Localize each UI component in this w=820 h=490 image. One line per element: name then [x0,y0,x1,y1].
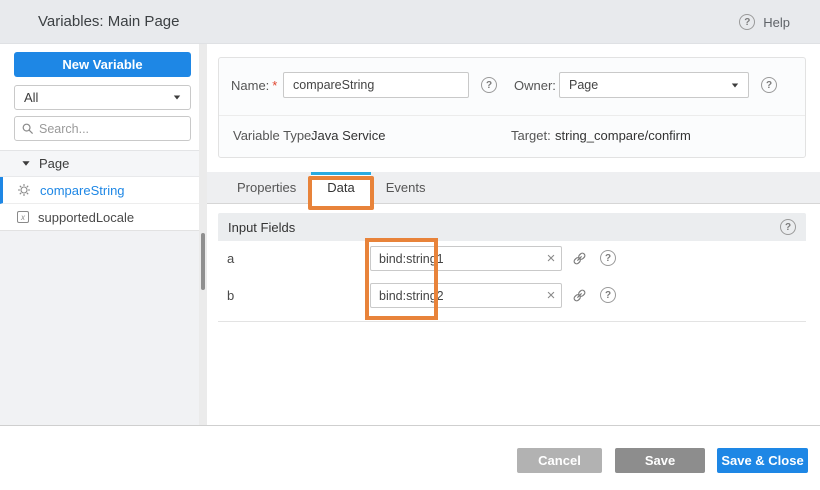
chevron-down-icon [174,96,180,100]
owner-help-icon[interactable]: ? [761,77,777,93]
variable-icon: x [17,211,29,223]
help-label: Help [763,15,790,30]
name-input[interactable] [283,72,469,98]
type-target-row: Variable Type: Java Service Target: stri… [219,122,805,149]
save-button[interactable]: Save [615,448,705,473]
field-label-b: b [227,283,234,309]
tab-data[interactable]: Data [311,172,370,204]
save-and-close-button[interactable]: Save & Close [717,448,808,473]
input-field-row-a: a × ? [218,246,806,272]
input-fields-title: Input Fields [228,220,295,235]
search-box[interactable] [14,116,191,141]
tree-group-label: Page [39,156,69,171]
input-fields-section: Input Fields ? a × ? [218,213,806,322]
target-value: string_compare/confirm [555,122,691,149]
input-fields-header: Input Fields ? [218,213,806,241]
help-button[interactable]: ? Help [739,0,790,44]
tree-item-label: compareString [40,183,125,198]
bind-input-a-wrap: × [370,246,562,271]
owner-value: Page [569,78,598,92]
input-fields-help-icon[interactable]: ? [780,219,796,235]
cancel-button[interactable]: Cancel [517,448,602,473]
bind-input-b[interactable] [371,284,541,307]
bind-input-a[interactable] [371,247,541,270]
variables-sidebar: New Variable All Page [0,44,199,425]
service-icon [17,183,31,197]
tree-item-supportedlocale[interactable]: x supportedLocale [0,204,199,231]
tree-item-comparestring[interactable]: compareString [0,177,199,204]
sidebar-scrollbar[interactable] [199,44,207,425]
name-owner-row: Name:* ? Owner:* Page ? [219,72,805,99]
sidebar-empty-area [0,231,199,425]
active-tab-indicator [311,172,370,175]
clear-icon[interactable]: × [541,250,561,267]
title-bar: Variables: Main Page ? Help [0,0,820,44]
name-label: Name:* [231,72,277,99]
footer-bar: Cancel Save Save & Close [0,426,820,490]
detail-tabbar: Properties Data Events [207,172,820,204]
link-icon[interactable] [572,288,587,303]
tab-properties[interactable]: Properties [222,172,311,204]
scrollbar-thumb[interactable] [201,233,205,290]
required-asterisk: * [272,78,277,93]
variable-type-label: Variable Type: [233,122,315,149]
tab-data-label: Data [327,180,354,195]
variable-type-value: Java Service [311,122,385,149]
variable-filter-value: All [24,90,38,105]
field-a-help-icon[interactable]: ? [600,250,616,266]
variables-dialog: Variables: Main Page ? Help New Variable… [0,0,820,490]
variable-detail-panel: Name:* ? Owner:* Page ? Variable Type: J… [207,44,820,425]
variable-tree: Page compareString x supportedLocale [0,150,199,231]
target-label: Target: [511,122,551,149]
tab-events[interactable]: Events [371,172,441,204]
collapse-icon [22,161,29,166]
variable-summary-panel: Name:* ? Owner:* Page ? Variable Type: J… [218,57,806,158]
field-b-help-icon[interactable]: ? [600,287,616,303]
field-label-a: a [227,246,234,272]
tree-group-page[interactable]: Page [0,150,199,177]
name-help-icon[interactable]: ? [481,77,497,93]
panel-divider [219,115,805,116]
bind-input-b-wrap: × [370,283,562,308]
owner-label: Owner:* [514,72,564,99]
search-icon [22,123,34,135]
clear-icon[interactable]: × [541,287,561,304]
chevron-down-icon [732,83,738,87]
input-field-row-b: b × ? [218,283,806,309]
link-icon[interactable] [572,251,587,266]
new-variable-button[interactable]: New Variable [14,52,191,77]
variable-filter-dropdown[interactable]: All [14,85,191,110]
help-icon: ? [739,14,755,30]
owner-dropdown[interactable]: Page [559,72,749,98]
tree-item-label: supportedLocale [38,210,134,225]
search-input[interactable] [39,122,169,136]
page-title: Variables: Main Page [38,0,179,44]
